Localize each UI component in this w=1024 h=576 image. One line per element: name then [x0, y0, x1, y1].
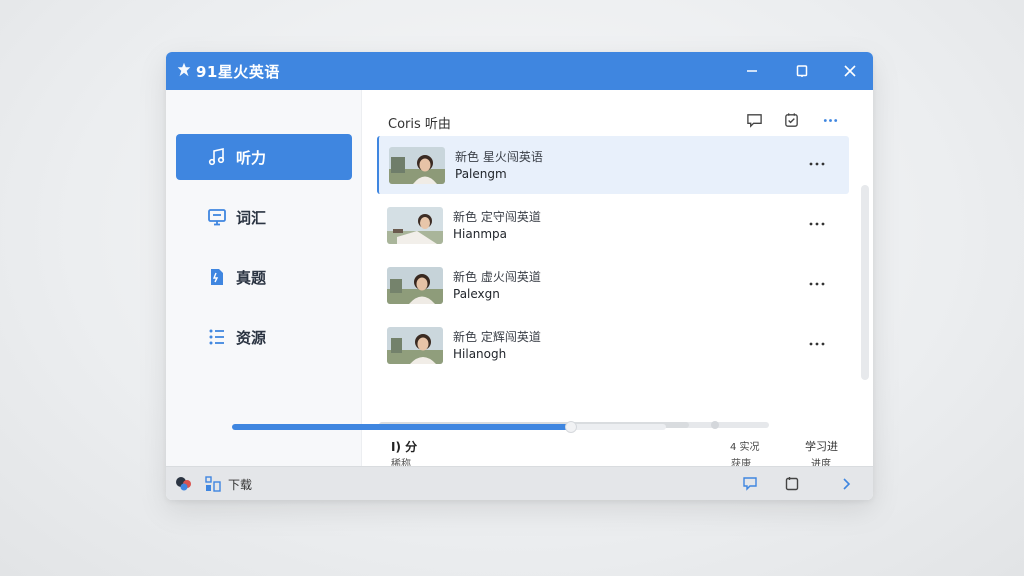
lesson-thumbnail [387, 267, 443, 304]
lesson-thumbnail [389, 147, 445, 184]
sidebar-item-label: 资源 [236, 328, 267, 347]
avatar-icon [176, 477, 191, 491]
progress-slider[interactable] [232, 421, 666, 433]
list-item[interactable]: 新色 星火闯英语 Palengm [377, 136, 849, 194]
feedback-button[interactable] [740, 475, 760, 493]
lesson-title: 新色 定守闯英道 [453, 210, 541, 224]
main-panel: Coris 听由 新色 星火闯英语 Palengm 新色 定守闯英道 Hianm… [363, 90, 873, 470]
lesson-subtitle: Hianmpa [453, 227, 507, 241]
monitor-icon [206, 206, 228, 228]
sidebar: 听力 词汇 真题 资源 [166, 90, 362, 466]
maximize-icon [796, 65, 808, 77]
progress-section: I) 分 稀称 获康 学习进 进度 [363, 430, 873, 470]
sidebar-item-label: 真题 [236, 268, 267, 287]
more-horizontal-icon [809, 282, 825, 286]
list-item[interactable]: 新色 虚火闯英道 Palexgn [377, 256, 849, 314]
progress-caption: 4 实况 [730, 442, 760, 453]
music-note-icon [206, 146, 228, 168]
lesson-title: 新色 定辉闯英道 [453, 330, 541, 344]
sidebar-item-label: 词汇 [236, 208, 267, 227]
progress-label-study: 学习进 [805, 440, 838, 453]
lesson-title: 新色 星火闯英语 [455, 150, 543, 164]
bookmark-check-icon [784, 112, 798, 127]
sidebar-item-listening[interactable]: 听力 [176, 134, 352, 180]
row-more-button[interactable] [805, 334, 829, 354]
minimize-icon [747, 70, 757, 72]
lesson-subtitle: Hilanogh [453, 347, 507, 361]
lesson-subtitle: Palengm [455, 167, 507, 181]
lesson-title: 新色 虚火闯英道 [453, 270, 541, 284]
sidebar-item-resources[interactable]: 资源 [176, 314, 352, 360]
list-item[interactable]: 新色 定守闯英道 Hianmpa [377, 196, 849, 254]
sidebar-item-label: 听力 [236, 148, 267, 167]
section-title: Coris 听由 [388, 117, 451, 132]
more-horizontal-icon [809, 342, 825, 346]
lesson-thumbnail [387, 327, 443, 364]
status-bar: 下载 [166, 466, 873, 500]
row-more-button[interactable] [805, 154, 829, 174]
comment-icon [743, 477, 757, 491]
next-button[interactable] [836, 475, 856, 493]
close-button[interactable] [838, 59, 862, 83]
app-logo-icon [177, 62, 191, 77]
lesson-subtitle: Palexgn [453, 287, 500, 301]
vertical-scrollbar[interactable] [861, 185, 869, 380]
scroll-indicator [711, 421, 719, 429]
row-more-button[interactable] [805, 214, 829, 234]
more-horizontal-icon [809, 222, 825, 226]
app-title: 91星火英语 [196, 63, 280, 81]
download-icon[interactable] [204, 475, 222, 493]
document-icon [206, 266, 228, 288]
minimize-button[interactable] [740, 59, 764, 83]
more-options-button[interactable] [820, 110, 840, 130]
list-item[interactable]: 新色 定辉闯英道 Hilanogh [377, 316, 849, 374]
sidebar-item-vocabulary[interactable]: 词汇 [176, 194, 352, 240]
bookmark-button[interactable] [781, 110, 801, 130]
sidebar-item-exams[interactable]: 真题 [176, 254, 352, 300]
lesson-thumbnail [387, 207, 443, 244]
progress-label-score: I) 分 [391, 440, 418, 454]
more-horizontal-icon [823, 118, 837, 122]
chevron-right-icon [843, 478, 851, 490]
bookmark-icon [785, 477, 799, 491]
comment-icon [746, 113, 762, 128]
save-button[interactable] [782, 475, 802, 493]
comment-button[interactable] [744, 110, 764, 130]
row-more-button[interactable] [805, 274, 829, 294]
more-horizontal-icon [809, 162, 825, 166]
progress-fill [232, 424, 571, 430]
close-icon [844, 65, 856, 77]
download-label[interactable]: 下载 [228, 476, 252, 493]
maximize-button[interactable] [790, 59, 814, 83]
list-icon [206, 326, 228, 348]
progress-knob[interactable] [564, 421, 577, 433]
title-bar: 91星火英语 [166, 52, 873, 90]
app-window: 91星火英语 听力 词汇 真题 资源 Coris 听由 新色 星火闯英语 Pal… [166, 52, 873, 500]
